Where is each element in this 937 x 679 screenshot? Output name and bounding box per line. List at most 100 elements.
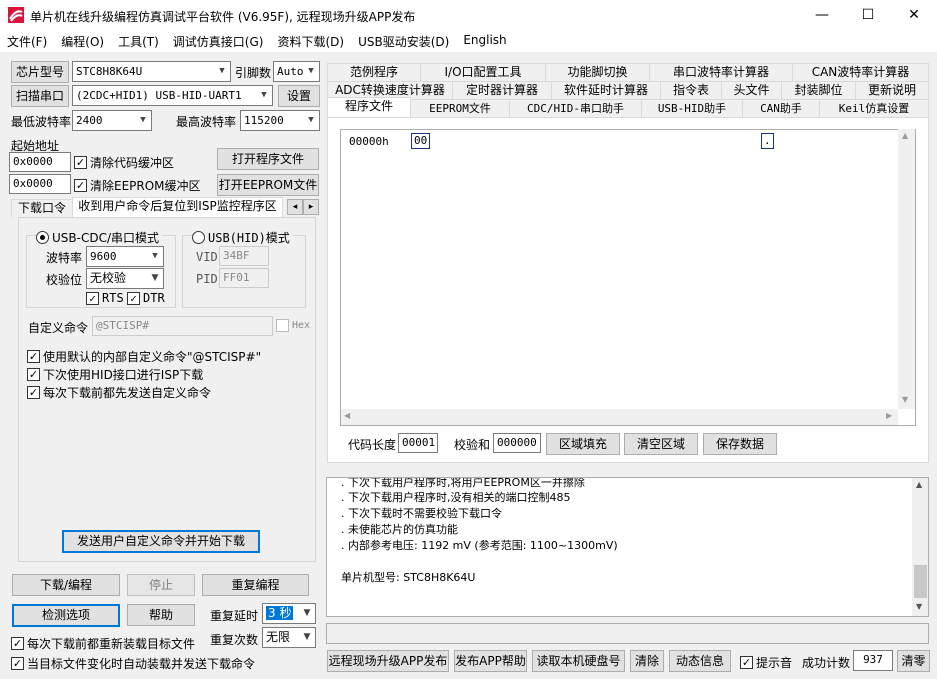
log-scroll-thumb[interactable] [914, 565, 927, 598]
eeprom-start-address-input[interactable]: 0x0000 [9, 174, 71, 194]
vid-input[interactable]: 34BF [219, 246, 269, 266]
checkmark-icon: ✓ [86, 291, 99, 305]
port-select[interactable]: (2CDC+HID1) USB-HID-UART1 ▼ [72, 85, 273, 106]
hex-checkbox[interactable]: Hex [276, 319, 310, 332]
chip-type-select[interactable]: STC8H8K64U ▼ [72, 61, 231, 82]
send-custom-and-download-button[interactable]: 发送用户自定义命令并开始下载 [62, 530, 260, 553]
maximize-button[interactable]: ☐ [845, 0, 891, 30]
baud-label: 波特率 [46, 251, 83, 265]
clear-log-button[interactable]: 清除 [630, 650, 664, 672]
max-baud-select[interactable]: 115200 ▼ [240, 110, 320, 131]
tab-reset-to-isp[interactable]: 收到用户命令后复位到ISP监控程序区 [72, 197, 283, 217]
code-start-address-input[interactable]: 0x0000 [9, 152, 71, 172]
scroll-left-icon[interactable]: ◀ [344, 411, 350, 420]
parity-select[interactable]: 无校验 ▼ [86, 268, 164, 289]
clear-region-button[interactable]: 清空区域 [624, 433, 698, 455]
tab-package-pins[interactable]: 封装脚位 [781, 81, 856, 99]
rts-checkbox[interactable]: ✓ RTS [86, 291, 124, 305]
tab-io-config-tool[interactable]: I/O口配置工具 [420, 63, 546, 81]
usb-cdc-radio[interactable]: USB-CDC/串口模式 [36, 229, 163, 246]
scroll-down-icon[interactable]: ▼ [902, 395, 908, 404]
tab-sample-programs[interactable]: 范例程序 [327, 63, 421, 81]
send-custom-before-download-checkbox[interactable]: ✓ 每次下载前都先发送自定义命令 [27, 384, 211, 401]
usb-hid-radio[interactable]: USB(HID)模式 [192, 229, 293, 246]
clear-eeprom-buffer-checkbox[interactable]: ✓ 清除EEPROM缓冲区 [74, 177, 201, 194]
tab-instruction-table[interactable]: 指令表 [660, 81, 722, 99]
close-button[interactable]: ✕ [891, 0, 937, 30]
hex-vertical-scrollbar[interactable]: ▲ ▼ [898, 129, 915, 409]
save-data-button[interactable]: 保存数据 [703, 433, 777, 455]
menu-file[interactable]: 文件(F) [0, 30, 54, 52]
tab-scroll-right-icon[interactable]: ▸ [303, 199, 319, 215]
repeat-count-select[interactable]: 无限 ▼ [262, 627, 316, 648]
pin-count-select[interactable]: Auto ▼ [273, 61, 320, 82]
auto-reload-checkbox[interactable]: ✓ 当目标文件变化时自动装载并发送下载命令 [11, 655, 255, 672]
hex-editor[interactable]: 00000h 00 . [340, 129, 916, 426]
hex-ascii-cell[interactable]: . [761, 133, 774, 149]
chip-type-button[interactable]: 芯片型号 [11, 61, 69, 83]
reset-count-button[interactable]: 清零 [897, 650, 930, 672]
menu-english[interactable]: English [456, 30, 513, 52]
min-baud-select[interactable]: 2400 ▼ [72, 110, 152, 131]
scroll-right-icon[interactable]: ▶ [886, 411, 892, 420]
tab-can-baud-calculator[interactable]: CAN波特率计算器 [792, 63, 929, 81]
checkmark-icon: ✓ [27, 368, 40, 381]
help-button[interactable]: 帮助 [127, 604, 195, 626]
repeat-delay-select[interactable]: 3 秒 ▼ [262, 603, 316, 624]
fill-region-button[interactable]: 区域填充 [546, 433, 620, 455]
tab-header-files[interactable]: 头文件 [721, 81, 782, 99]
settings-button[interactable]: 设置 [278, 85, 320, 107]
tab-uart-baud-calculator[interactable]: 串口波特率计算器 [649, 63, 793, 81]
scroll-up-icon[interactable]: ▲ [902, 131, 908, 140]
tab-scroll-left-icon[interactable]: ◂ [287, 199, 303, 215]
use-hid-next-checkbox[interactable]: ✓ 下次使用HID接口进行ISP下载 [27, 366, 203, 383]
download-program-button[interactable]: 下载/编程 [12, 574, 120, 596]
tab-keil-simulation-settings[interactable]: Keil仿真设置 [819, 99, 929, 117]
clear-code-buffer-checkbox[interactable]: ✓ 清除代码缓冲区 [74, 154, 174, 171]
dtr-checkbox[interactable]: ✓ DTR [127, 291, 165, 305]
usb-cdc-label: USB-CDC/串口模式 [52, 231, 160, 245]
menu-downloads[interactable]: 资料下载(D) [270, 30, 351, 52]
read-disk-id-button[interactable]: 读取本机硬盘号 [532, 650, 625, 672]
baud-select[interactable]: 9600 ▼ [86, 246, 164, 267]
use-default-command-checkbox[interactable]: ✓ 使用默认的内部自定义命令"@STCISP#" [27, 348, 261, 365]
tab-usb-hid-assistant[interactable]: USB-HID助手 [641, 99, 743, 117]
open-eeprom-file-button[interactable]: 打开EEPROM文件 [217, 174, 319, 196]
dynamic-info-button[interactable]: 动态信息 [669, 650, 731, 672]
reprogram-button[interactable]: 重复编程 [202, 574, 309, 596]
menu-program[interactable]: 编程(O) [54, 30, 111, 52]
tab-can-assistant[interactable]: CAN助手 [742, 99, 820, 117]
success-count-value: 937 [853, 650, 893, 671]
scroll-up-icon[interactable]: ▲ [916, 480, 922, 489]
tab-timer-calculator[interactable]: 定时器计算器 [452, 81, 552, 99]
beep-checkbox[interactable]: ✓ 提示音 [740, 654, 792, 671]
detect-options-button[interactable]: 检测选项 [12, 604, 120, 627]
custom-command-input[interactable]: @STCISP# [92, 316, 273, 336]
clear-code-buffer-label: 清除代码缓冲区 [90, 156, 175, 170]
tab-pin-switch[interactable]: 功能脚切换 [545, 63, 650, 81]
scan-port-button[interactable]: 扫描串口 [11, 85, 69, 107]
tab-release-notes[interactable]: 更新说明 [855, 81, 929, 99]
checkmark-icon: ✓ [27, 386, 40, 399]
menu-debug[interactable]: 调试仿真接口(G) [166, 30, 271, 52]
reload-before-download-checkbox[interactable]: ✓ 每次下载前都重新装载目标文件 [11, 635, 195, 652]
menu-tools[interactable]: 工具(T) [111, 30, 166, 52]
tab-download-password[interactable]: 下载口令 [11, 199, 73, 217]
tab-cdc-hid-serial-assistant[interactable]: CDC/HID-串口助手 [509, 99, 642, 117]
minimize-button[interactable]: — [799, 0, 845, 30]
menu-usb-driver[interactable]: USB驱动安装(D) [351, 30, 456, 52]
chip-type-value: STC8H8K64U [76, 65, 143, 78]
publish-app-help-button[interactable]: 发布APP帮助 [454, 650, 527, 672]
pid-input[interactable]: FF01 [219, 268, 269, 288]
scroll-down-icon[interactable]: ▼ [916, 602, 922, 611]
hex-byte-cell[interactable]: 00 [411, 133, 431, 149]
output-log[interactable]: . 下次下载用户程序时,将用户EEPROM区一并擦除 . 下次下载用户程序时,没… [326, 477, 929, 617]
tab-program-file[interactable]: 程序文件 [327, 97, 411, 117]
stop-button[interactable]: 停止 [127, 574, 195, 596]
tab-eeprom-file[interactable]: EEPROM文件 [410, 99, 510, 117]
title-bar: 单片机在线升级编程仿真调试平台软件 (V6.95F), 远程现场升级APP发布 … [0, 0, 937, 30]
hex-horizontal-scrollbar[interactable]: ◀ ▶ [341, 409, 898, 425]
open-program-file-button[interactable]: 打开程序文件 [217, 148, 319, 170]
publish-app-button[interactable]: 远程现场升级APP发布 [327, 650, 449, 672]
tab-delay-calculator[interactable]: 软件延时计算器 [551, 81, 661, 99]
